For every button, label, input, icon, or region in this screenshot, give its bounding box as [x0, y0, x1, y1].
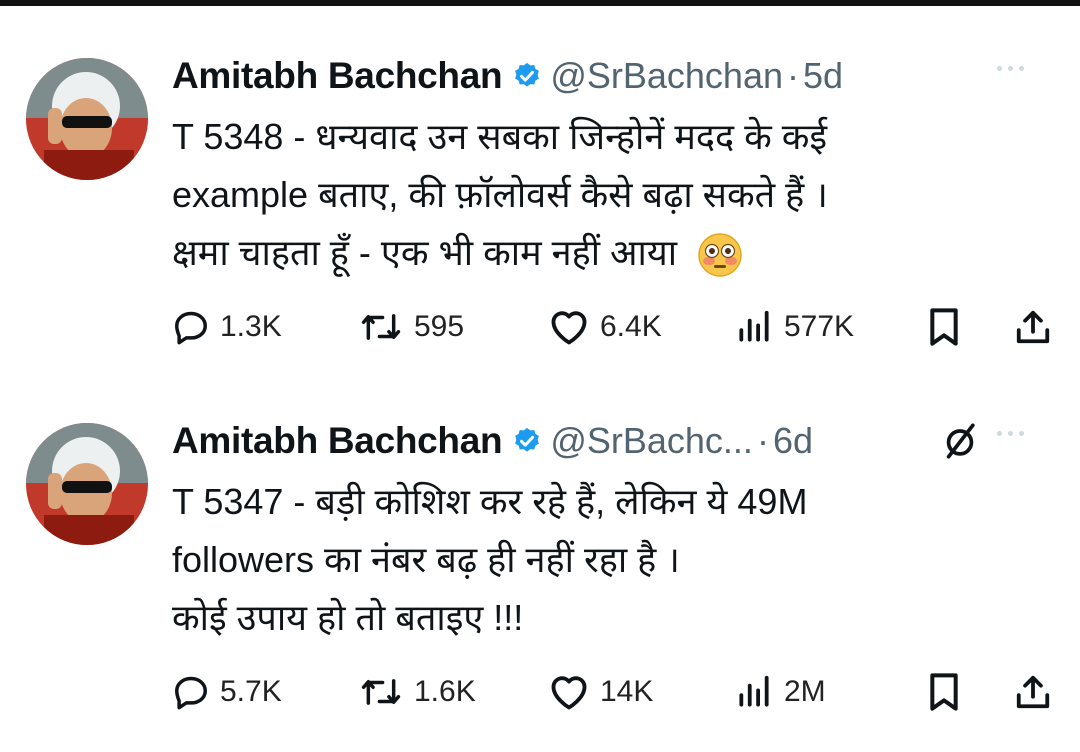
views-button[interactable]: 577K: [734, 302, 854, 352]
tweet-text: T 5347 - बड़ी कोशिश कर रहे हैं, लेकिन ये…: [172, 473, 1032, 647]
views-count: 577K: [784, 310, 855, 343]
repost-count: 1.6K: [414, 675, 476, 708]
tweet-line: क्षमा चाहता हूँ - एक भी काम नहीं आया: [172, 224, 1032, 282]
like-button[interactable]: 14K: [548, 667, 653, 717]
heart-icon: [551, 311, 587, 345]
tweet-1[interactable]: Amitabh Bachchan @SrBachchan · 5d T 5348…: [0, 10, 1080, 370]
timestamp[interactable]: 5d: [803, 55, 843, 97]
tweet-line: T 5348 - धन्यवाद उन सबका जिन्होनें मदद क…: [172, 116, 828, 157]
tweet-line: example बताए, की फ़ॉलोवर्स कैसे बढ़ा सकत…: [172, 174, 828, 215]
grok-slash-icon[interactable]: [942, 421, 978, 461]
tweet-actions: 5.7K 1.6K 14K 2M: [172, 667, 1052, 717]
more-options-icon[interactable]: [997, 431, 1024, 436]
share-icon: [1016, 675, 1050, 709]
separator-dot: ·: [787, 55, 799, 96]
flushed-face-emoji-icon: [698, 233, 742, 278]
repost-icon: [361, 314, 401, 340]
views-count: 2M: [784, 675, 826, 708]
views-chart-icon: [739, 310, 769, 342]
author-name[interactable]: Amitabh Bachchan: [172, 420, 503, 462]
bookmark-icon: [930, 673, 958, 711]
tweet-header: Amitabh Bachchan @SrBachc... · 6d: [172, 419, 813, 463]
like-button[interactable]: 6.4K: [548, 302, 662, 352]
verified-badge-icon: [515, 427, 540, 452]
reply-count: 5.7K: [220, 675, 282, 708]
like-count: 6.4K: [600, 310, 662, 343]
separator-dot: ·: [756, 420, 769, 461]
tweet-actions: 1.3K 595 6.4K 577K: [172, 302, 1052, 352]
author-name[interactable]: Amitabh Bachchan: [172, 55, 503, 97]
bookmark-button[interactable]: [926, 667, 962, 717]
repost-button[interactable]: 595: [358, 302, 464, 352]
author-handle[interactable]: @SrBachchan: [550, 55, 783, 97]
bookmark-icon: [930, 308, 958, 346]
reply-button[interactable]: 1.3K: [172, 302, 282, 352]
reply-icon: [175, 676, 207, 710]
tweet-2[interactable]: Amitabh Bachchan @SrBachc... · 6d T 5347…: [0, 375, 1080, 735]
tweet-line: कोई उपाय हो तो बताइए !!!: [172, 597, 524, 638]
verified-badge-icon: [515, 62, 540, 87]
more-options-icon[interactable]: [997, 66, 1024, 71]
share-icon: [1016, 310, 1050, 344]
avatar[interactable]: [26, 423, 148, 545]
timestamp[interactable]: 6d: [773, 420, 813, 462]
reply-button[interactable]: 5.7K: [172, 667, 282, 717]
views-button[interactable]: 2M: [734, 667, 826, 717]
bookmark-button[interactable]: [926, 302, 962, 352]
reply-icon: [175, 311, 207, 345]
heart-icon: [551, 676, 587, 710]
views-chart-icon: [739, 675, 769, 707]
tweet-line: T 5347 - बड़ी कोशिश कर रहे हैं, लेकिन ये…: [172, 481, 808, 522]
share-button[interactable]: [1014, 302, 1052, 352]
author-handle[interactable]: @SrBachc...: [550, 420, 753, 462]
tweet-header: Amitabh Bachchan @SrBachchan · 5d: [172, 54, 843, 98]
like-count: 14K: [600, 675, 654, 708]
repost-button[interactable]: 1.6K: [358, 667, 476, 717]
reply-count: 1.3K: [220, 310, 282, 343]
tweet-text: T 5348 - धन्यवाद उन सबका जिन्होनें मदद क…: [172, 108, 1032, 282]
repost-count: 595: [414, 310, 465, 343]
tweet-line: followers का नंबर बढ़ ही नहीं रहा है ।: [172, 539, 680, 580]
avatar[interactable]: [26, 58, 148, 180]
repost-icon: [361, 679, 401, 705]
top-edge-bar: [0, 0, 1080, 6]
share-button[interactable]: [1014, 667, 1052, 717]
